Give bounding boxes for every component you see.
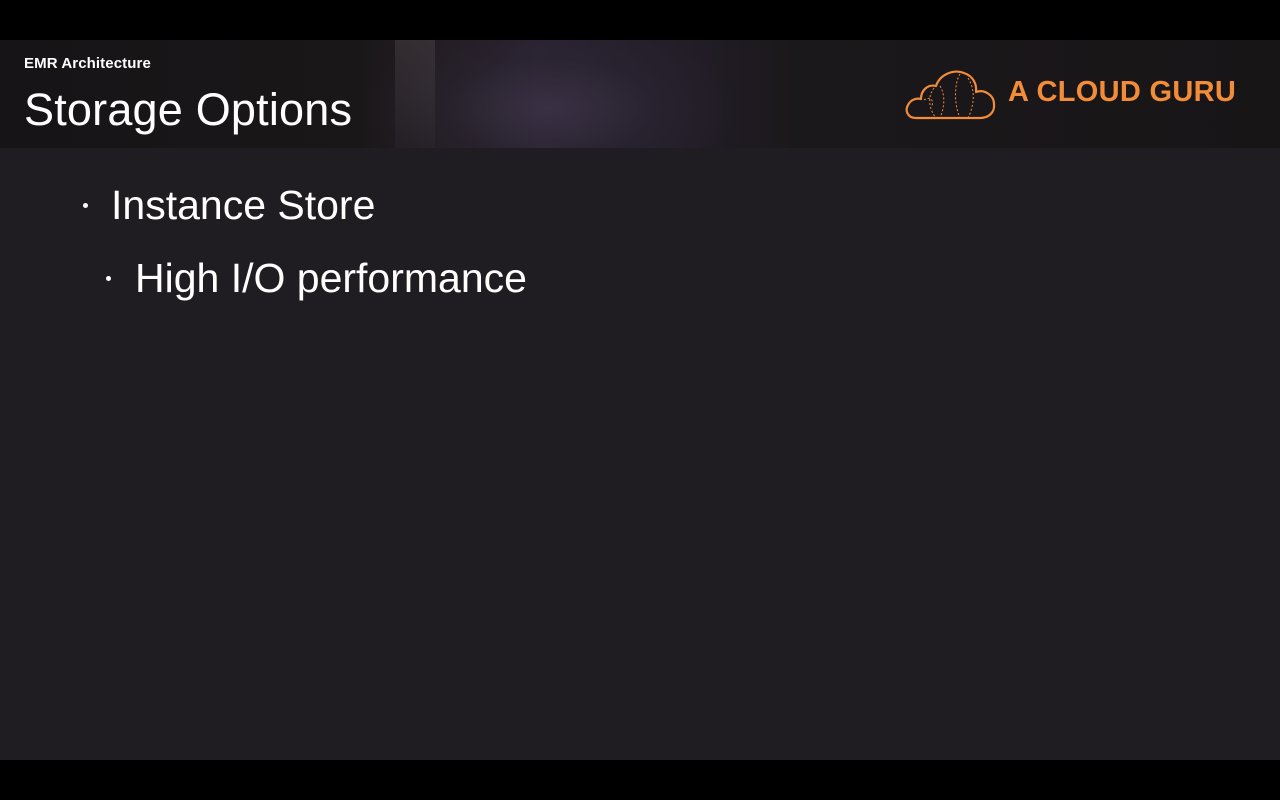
presenter-video-highlight [395, 40, 435, 148]
bullet-dot-icon [83, 203, 88, 208]
letterbox-top [0, 0, 1280, 40]
bullet-dot-icon [106, 276, 111, 281]
letterbox-bottom [0, 760, 1280, 800]
brand-logo-text: A CLOUD GURU [1008, 76, 1237, 108]
brand-logo: A CLOUD GURU [904, 66, 1244, 124]
cloud-icon [905, 70, 996, 120]
slide-title: Storage Options [24, 84, 353, 135]
slide-header: EMR Architecture Storage Options A CLOUD… [0, 40, 1280, 148]
bullet-text: High I/O performance [135, 255, 527, 301]
bullet-text: Instance Store [111, 182, 376, 228]
section-subtitle: EMR Architecture [24, 55, 151, 72]
slide: EMR Architecture Storage Options A CLOUD… [0, 40, 1280, 760]
